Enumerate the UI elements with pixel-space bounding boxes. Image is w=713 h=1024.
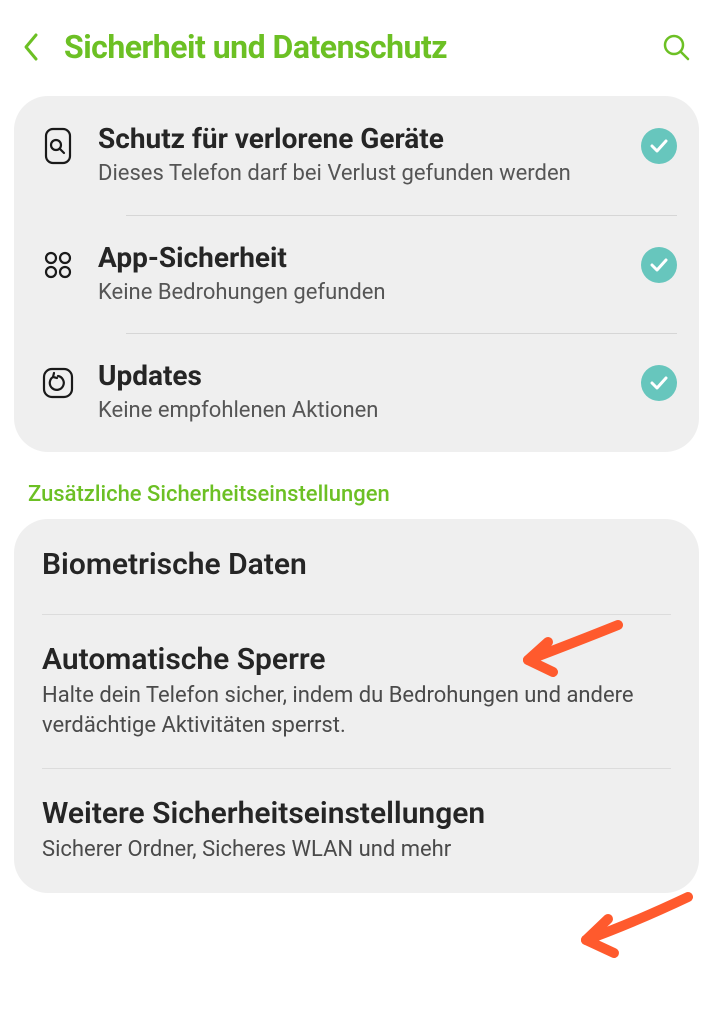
row-title: Updates bbox=[98, 359, 623, 392]
header: Sicherheit und Datenschutz bbox=[0, 0, 713, 86]
row-lost-device-protection[interactable]: Schutz für verlorene Geräte Dieses Telef… bbox=[14, 96, 699, 215]
row-body: Updates Keine empfohlenen Aktionen bbox=[98, 359, 623, 426]
additional-settings-card: Biometrische Daten Automatische Sperre H… bbox=[14, 519, 699, 893]
row-body: Schutz für verlorene Geräte Dieses Telef… bbox=[98, 122, 623, 189]
status-ok-icon bbox=[641, 365, 677, 401]
row-title: Schutz für verlorene Geräte bbox=[98, 122, 623, 155]
row-title: Biometrische Daten bbox=[42, 547, 671, 582]
row-subtitle: Keine Bedrohungen gefunden bbox=[98, 278, 623, 308]
back-button[interactable] bbox=[22, 32, 40, 62]
device-search-icon bbox=[36, 124, 80, 168]
row-title: App-Sicherheit bbox=[98, 241, 623, 274]
row-subtitle: Dieses Telefon darf bei Verlust gefunden… bbox=[98, 159, 623, 189]
row-subtitle: Keine empfohlenen Aktionen bbox=[98, 396, 623, 426]
row-more-security[interactable]: Weitere Sicherheitseinstellungen Sichere… bbox=[14, 768, 699, 893]
search-button[interactable] bbox=[661, 32, 691, 62]
row-auto-lock[interactable]: Automatische Sperre Halte dein Telefon s… bbox=[14, 614, 699, 768]
update-icon bbox=[36, 361, 80, 405]
annotation-arrow-icon bbox=[568, 885, 698, 975]
page-title: Sicherheit und Datenschutz bbox=[64, 28, 637, 66]
row-body: App-Sicherheit Keine Bedrohungen gefunde… bbox=[98, 241, 623, 308]
status-ok-icon bbox=[641, 128, 677, 164]
row-app-security[interactable]: App-Sicherheit Keine Bedrohungen gefunde… bbox=[14, 215, 699, 334]
row-updates[interactable]: Updates Keine empfohlenen Aktionen bbox=[14, 333, 699, 452]
status-ok-icon bbox=[641, 247, 677, 283]
status-card: Schutz für verlorene Geräte Dieses Telef… bbox=[14, 96, 699, 452]
row-biometrics[interactable]: Biometrische Daten bbox=[14, 519, 699, 614]
apps-grid-icon bbox=[36, 243, 80, 287]
row-title: Weitere Sicherheitseinstellungen bbox=[42, 796, 671, 831]
section-label-additional: Zusätzliche Sicherheitseinstellungen bbox=[0, 452, 713, 519]
row-subtitle: Sicherer Ordner, Sicheres WLAN und mehr bbox=[42, 835, 671, 865]
row-title: Automatische Sperre bbox=[42, 642, 671, 677]
row-subtitle: Halte dein Telefon sicher, indem du Bedr… bbox=[42, 681, 671, 740]
